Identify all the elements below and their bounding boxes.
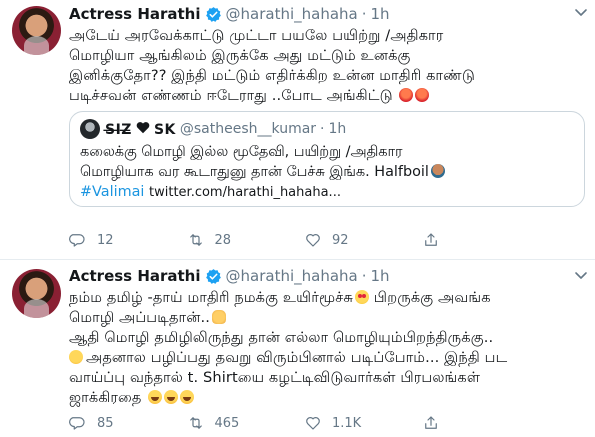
tweet-text-segment: படிச்சவன் எண்ணம் ஈடேராது ..போட அங்கிட்டு (69, 87, 393, 104)
retweet-count: 28 (214, 232, 232, 248)
retweet-count: 465 (214, 415, 240, 431)
hugging-face-icon (69, 350, 83, 364)
share-icon (424, 416, 437, 429)
quoted-timestamp[interactable]: 1h (329, 121, 347, 137)
quoted-text-line: மொழியாக வர கூடாதுனு தான் பேச்சு இங்க. Ha… (80, 162, 574, 182)
reply-count: 12 (97, 232, 114, 248)
url-text: twitter.com/harathi_hahaha... (149, 185, 341, 200)
retweet-button[interactable]: 28 (187, 230, 305, 250)
quoted-author-name[interactable]: S̶I̶Z̶ SK (105, 121, 176, 138)
quoted-name-part: SK (153, 121, 176, 138)
author-name[interactable]: Actress Harathi (69, 267, 201, 285)
timestamp[interactable]: 1h (371, 267, 390, 285)
tweet-text-line: மொழி அப்படிதான்.. (69, 308, 585, 328)
tweet-text-line: ஜாக்கிரதை (69, 388, 585, 408)
tweet-header: Actress Harathi @harathi_hahaha · 1h (69, 265, 585, 287)
like-count: 1.1K (332, 415, 362, 431)
tweet-header: Actress Harathi @harathi_hahaha · 1h (69, 3, 585, 25)
retweet-icon (189, 234, 202, 246)
tweet-text-line: படிச்சவன் எண்ணம் ஈடேராது ..போட அங்கிட்டு (69, 86, 585, 106)
retweet-button[interactable]: 465 (187, 413, 305, 433)
tweet-text: நம்ம தமிழ் -தாய் மாதிரி நமக்கு உயிர்மூச்… (69, 288, 585, 408)
tweet-actions: 12 28 92 (69, 230, 539, 250)
share-button[interactable] (422, 413, 540, 433)
angry-face-icon (415, 88, 430, 102)
like-button[interactable]: 92 (304, 230, 422, 250)
reply-count: 85 (97, 415, 114, 431)
facepalm-icon (430, 164, 445, 178)
tweet-text-segment: மொழி அப்படிதான்.. (69, 309, 210, 326)
author-name[interactable]: Actress Harathi (69, 5, 201, 23)
quoted-author-handle[interactable]: @satheesh__kumar (180, 121, 316, 137)
heart-icon (306, 417, 320, 430)
tweet[interactable]: Actress Harathi @harathi_hahaha · 1h அடே… (0, 0, 595, 260)
quoted-text-segment: மொழியாக வர கூடாதுனு தான் பேச்சு இங்க. Ha… (80, 164, 429, 180)
quoted-avatar[interactable] (80, 119, 100, 139)
quoted-text-line: கலைக்கு மொழி இல்ல மூதேவி, பயிற்று /அதிகா… (80, 144, 403, 160)
separator-dot: · (320, 121, 325, 137)
tweet-text-line: அதனால பழிப்பது தவறு விரும்பினால் படிப்போ… (69, 348, 585, 368)
share-icon (424, 233, 437, 246)
reply-button[interactable]: 12 (69, 230, 187, 250)
avatar[interactable] (12, 6, 61, 55)
tweet-text-line: நம்ம தமிழ் -தாய் மாதிரி நமக்கு உயிர்மூச்… (69, 288, 585, 308)
share-button[interactable] (422, 230, 540, 250)
black-heart-icon (136, 121, 150, 133)
quoted-tweet-header: S̶I̶Z̶ SK @satheesh__kumar · 1h (80, 118, 574, 140)
verified-icon (205, 6, 221, 22)
tears-of-joy-icon (180, 390, 195, 404)
reply-icon (69, 234, 85, 247)
tears-of-joy-icon (148, 390, 163, 404)
tweet-text-segment: பிறருக்கு அவங்க (373, 289, 491, 306)
tweet[interactable]: Actress Harathi @harathi_hahaha · 1h நம்… (0, 261, 595, 437)
tweet-text-line: இனிக்குதோ?? இந்தி மட்டும் எதிர்க்கிற உன்… (69, 67, 475, 84)
folded-hands-icon (211, 310, 226, 324)
tweet-text-line: வாய்ப்பு வந்தால் t. Shirtயை கழட்டிவிடுவா… (69, 369, 481, 386)
verified-icon (205, 268, 221, 284)
tweet-text-line: ஆதி மொழி தமிழிலிருந்து தான் எல்லா மொழியு… (69, 329, 494, 346)
retweet-icon (189, 417, 202, 429)
like-button[interactable]: 1.1K (304, 413, 422, 433)
like-count: 92 (332, 232, 349, 248)
author-handle[interactable]: @harathi_hahaha (226, 5, 358, 23)
quoted-tweet[interactable]: S̶I̶Z̶ SK @satheesh__kumar · 1h கலைக்கு ம… (69, 111, 585, 207)
tweet-text: அடேய் அரவேக்காட்டு முட்டா பயலே பயிற்று /… (69, 26, 585, 106)
tweet-actions: 85 465 1.1K (69, 413, 539, 433)
separator-dot: · (361, 5, 367, 23)
tweet-text-segment: நம்ம தமிழ் -தாய் மாதிரி நமக்கு உயிர்மூச்… (69, 289, 354, 306)
quoted-text-line: #Valimai twitter.com/harathi_hahaha... (80, 182, 574, 203)
separator-dot: · (361, 267, 367, 285)
tweet-text-line: அடேய் அரவேக்காட்டு முட்டா பயலே பயிற்று /… (69, 27, 444, 44)
rolling-laughing-icon (164, 390, 179, 404)
quoted-tweet-text: கலைக்கு மொழி இல்ல மூதேவி, பயிற்று /அதிகா… (80, 142, 574, 203)
reply-button[interactable]: 85 (69, 413, 187, 433)
author-handle[interactable]: @harathi_hahaha (226, 267, 358, 285)
tweet-text-segment: அதனால பழிப்பது தவறு விரும்பினால் படிப்போ… (86, 349, 508, 366)
heart-icon (306, 234, 320, 247)
hashtag-link[interactable]: #Valimai (80, 184, 144, 200)
avatar[interactable] (12, 269, 61, 318)
timestamp[interactable]: 1h (371, 5, 390, 23)
tweet-text-line: மொழியா ஆங்கிலம் இருக்கே அது மட்டும் உனக்… (69, 47, 411, 64)
heart-eyes-icon (355, 290, 370, 304)
angry-face-icon (399, 88, 414, 102)
quoted-name-part: S̶I̶Z̶ (105, 121, 132, 138)
reply-icon (69, 417, 85, 430)
tweet-text-segment: ஜாக்கிரதை (69, 389, 142, 406)
